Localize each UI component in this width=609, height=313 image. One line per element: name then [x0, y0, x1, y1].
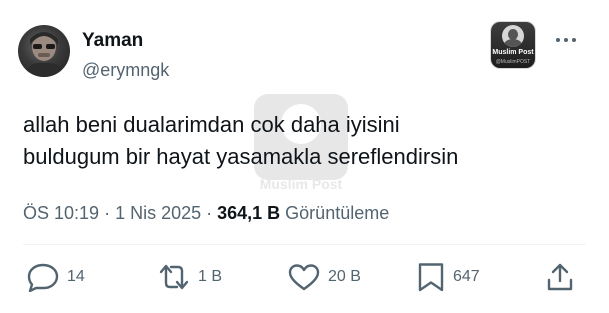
avatar[interactable] — [18, 25, 70, 77]
repost-button[interactable]: 1 B — [157, 262, 222, 292]
divider — [23, 244, 586, 245]
meta-separator: · — [201, 203, 218, 223]
meta-separator: · — [99, 203, 116, 223]
tweet-text: allah beni dualarimdan cok daha iyisini … — [23, 109, 583, 173]
bookmark-button[interactable]: 647 — [416, 262, 480, 292]
display-name[interactable]: Yaman — [82, 30, 143, 52]
reply-icon — [27, 263, 59, 292]
like-button[interactable]: 20 B — [287, 262, 361, 292]
tweet-date[interactable]: 1 Nis 2025 — [115, 203, 201, 223]
bookmark-count: 647 — [453, 268, 480, 285]
bookmark-icon — [418, 263, 444, 292]
badge-portrait-icon — [502, 25, 524, 47]
share-icon — [547, 263, 573, 291]
views-count: 364,1 B — [217, 203, 281, 223]
reply-count: 14 — [67, 268, 85, 285]
share-button[interactable] — [545, 262, 575, 292]
reply-button[interactable]: 14 — [26, 262, 85, 292]
tweet-time[interactable]: ÖS 10:19 — [23, 203, 99, 223]
repost-count: 1 B — [198, 268, 223, 285]
repost-icon — [159, 264, 189, 290]
avatar-photo — [22, 32, 66, 77]
more-icon[interactable] — [553, 34, 579, 46]
user-handle[interactable]: @erymngk — [82, 60, 169, 81]
like-count: 20 B — [328, 268, 361, 285]
views-label: Görüntüleme — [280, 203, 390, 223]
tweet-text-line-1: allah beni dualarimdan cok daha iyisini — [23, 112, 400, 137]
badge-subtitle: @MuslimPOST — [495, 59, 531, 65]
tweet-meta: ÖS 10:19 · 1 Nis 2025 · 364,1 B Görüntül… — [23, 203, 389, 224]
tweet-text-line-2: buldugum bir hayat yasamakla sereflendir… — [23, 144, 459, 169]
watermark-label: Muslim Post — [259, 176, 343, 192]
tweet-card: Yaman @erymngk Muslim Post @MuslimPOST M… — [0, 0, 609, 313]
badge-title: Muslim Post — [492, 49, 534, 56]
muslim-post-logo[interactable]: Muslim Post @MuslimPOST — [491, 22, 535, 68]
heart-icon — [288, 264, 320, 291]
